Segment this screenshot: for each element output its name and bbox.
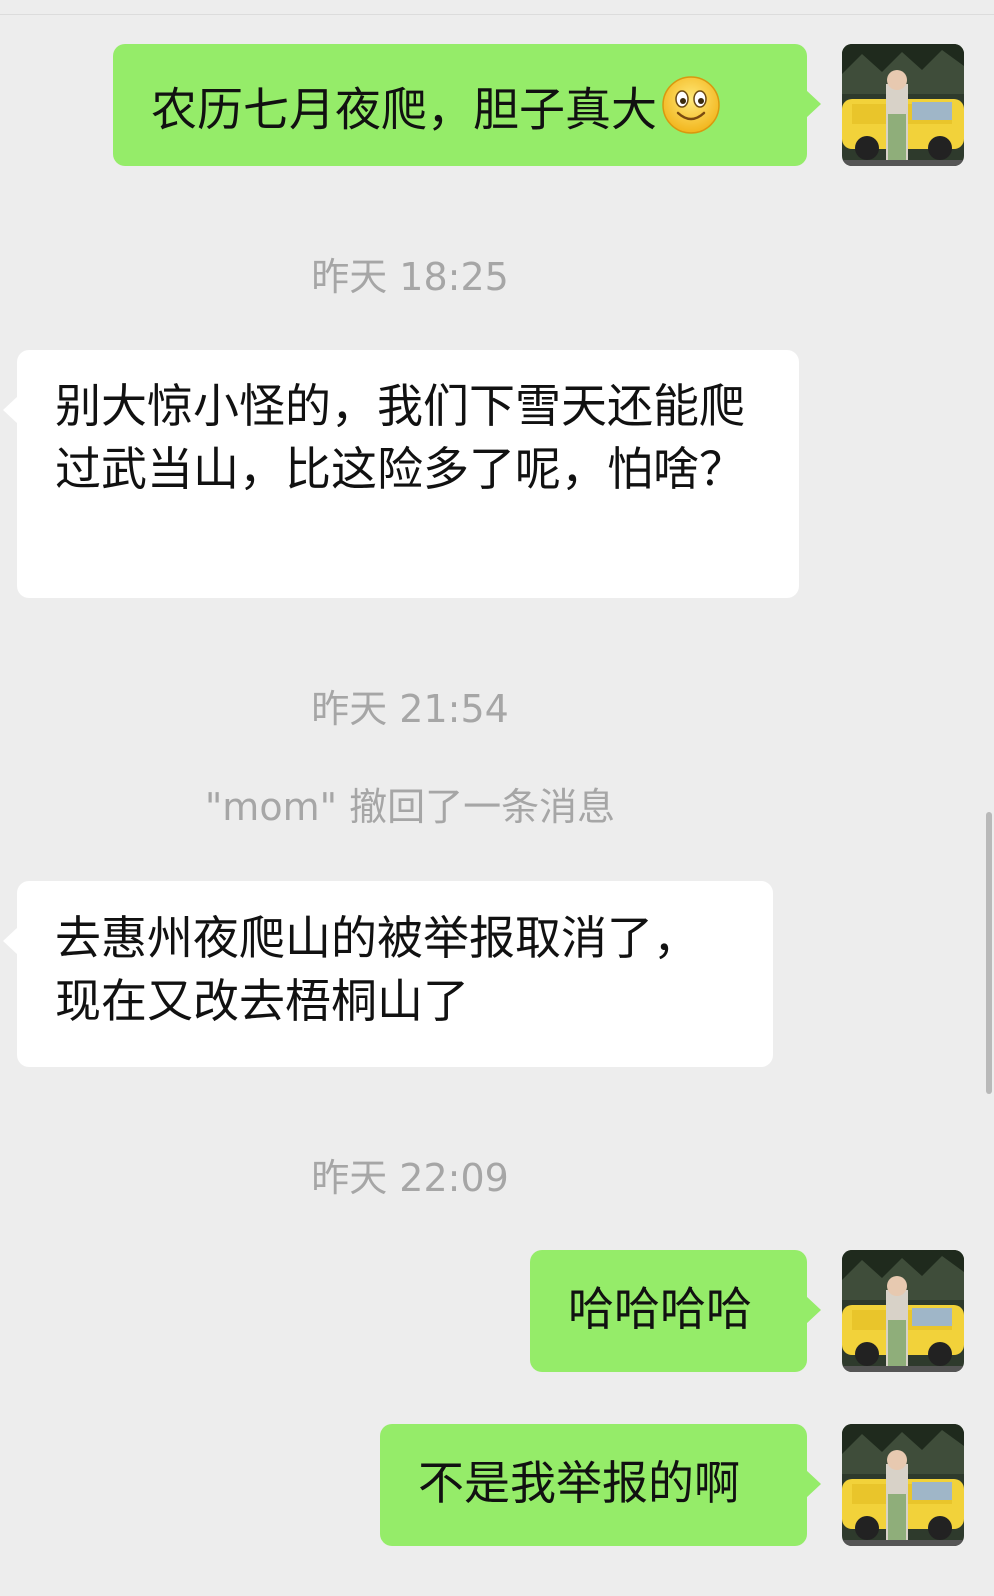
user-avatar-icon[interactable] bbox=[842, 44, 964, 166]
message-bubble-incoming[interactable]: 别大惊小怪的，我们下雪天还能爬过武当山，比这险多了呢，怕啥？ bbox=[3, 350, 799, 598]
message-bubble-outgoing[interactable]: 农历七月夜爬，胆子真大 bbox=[113, 44, 821, 166]
timestamp: 昨天 18:25 bbox=[311, 255, 509, 299]
timestamp: 昨天 21:54 bbox=[311, 687, 509, 731]
message-bubble-incoming[interactable]: 去惠州夜爬山的被举报取消了，现在又改去梧桐山了 bbox=[3, 881, 773, 1067]
message-bubble-outgoing[interactable]: 哈哈哈哈 bbox=[530, 1250, 821, 1372]
user-avatar-icon[interactable] bbox=[842, 1250, 964, 1372]
timestamp: 昨天 22:09 bbox=[311, 1156, 509, 1200]
message-text: 去惠州夜爬山的被举报取消了，现在又改去梧桐山了 bbox=[55, 911, 699, 1028]
message-text: 哈哈哈哈 bbox=[568, 1282, 752, 1336]
recall-notice: "mom" 撤回了一条消息 bbox=[204, 785, 616, 829]
message-bubble-outgoing[interactable]: 不是我举报的啊 bbox=[380, 1424, 821, 1546]
user-avatar-icon[interactable] bbox=[842, 1424, 964, 1546]
message-text: 农历七月夜爬，胆子真大 bbox=[151, 82, 657, 137]
chat-screen: 农历七月夜爬，胆子真大 昨天 18:25 别大惊小怪的，我们下雪天还能爬过武当山… bbox=[0, 0, 994, 1596]
message-text: 不是我举报的啊 bbox=[418, 1456, 740, 1510]
scrollbar[interactable] bbox=[986, 812, 992, 1094]
top-divider bbox=[0, 14, 994, 15]
smile-emoji-icon bbox=[661, 75, 721, 151]
message-text: 别大惊小怪的，我们下雪天还能爬过武当山，比这险多了呢，怕啥？ bbox=[55, 379, 745, 496]
